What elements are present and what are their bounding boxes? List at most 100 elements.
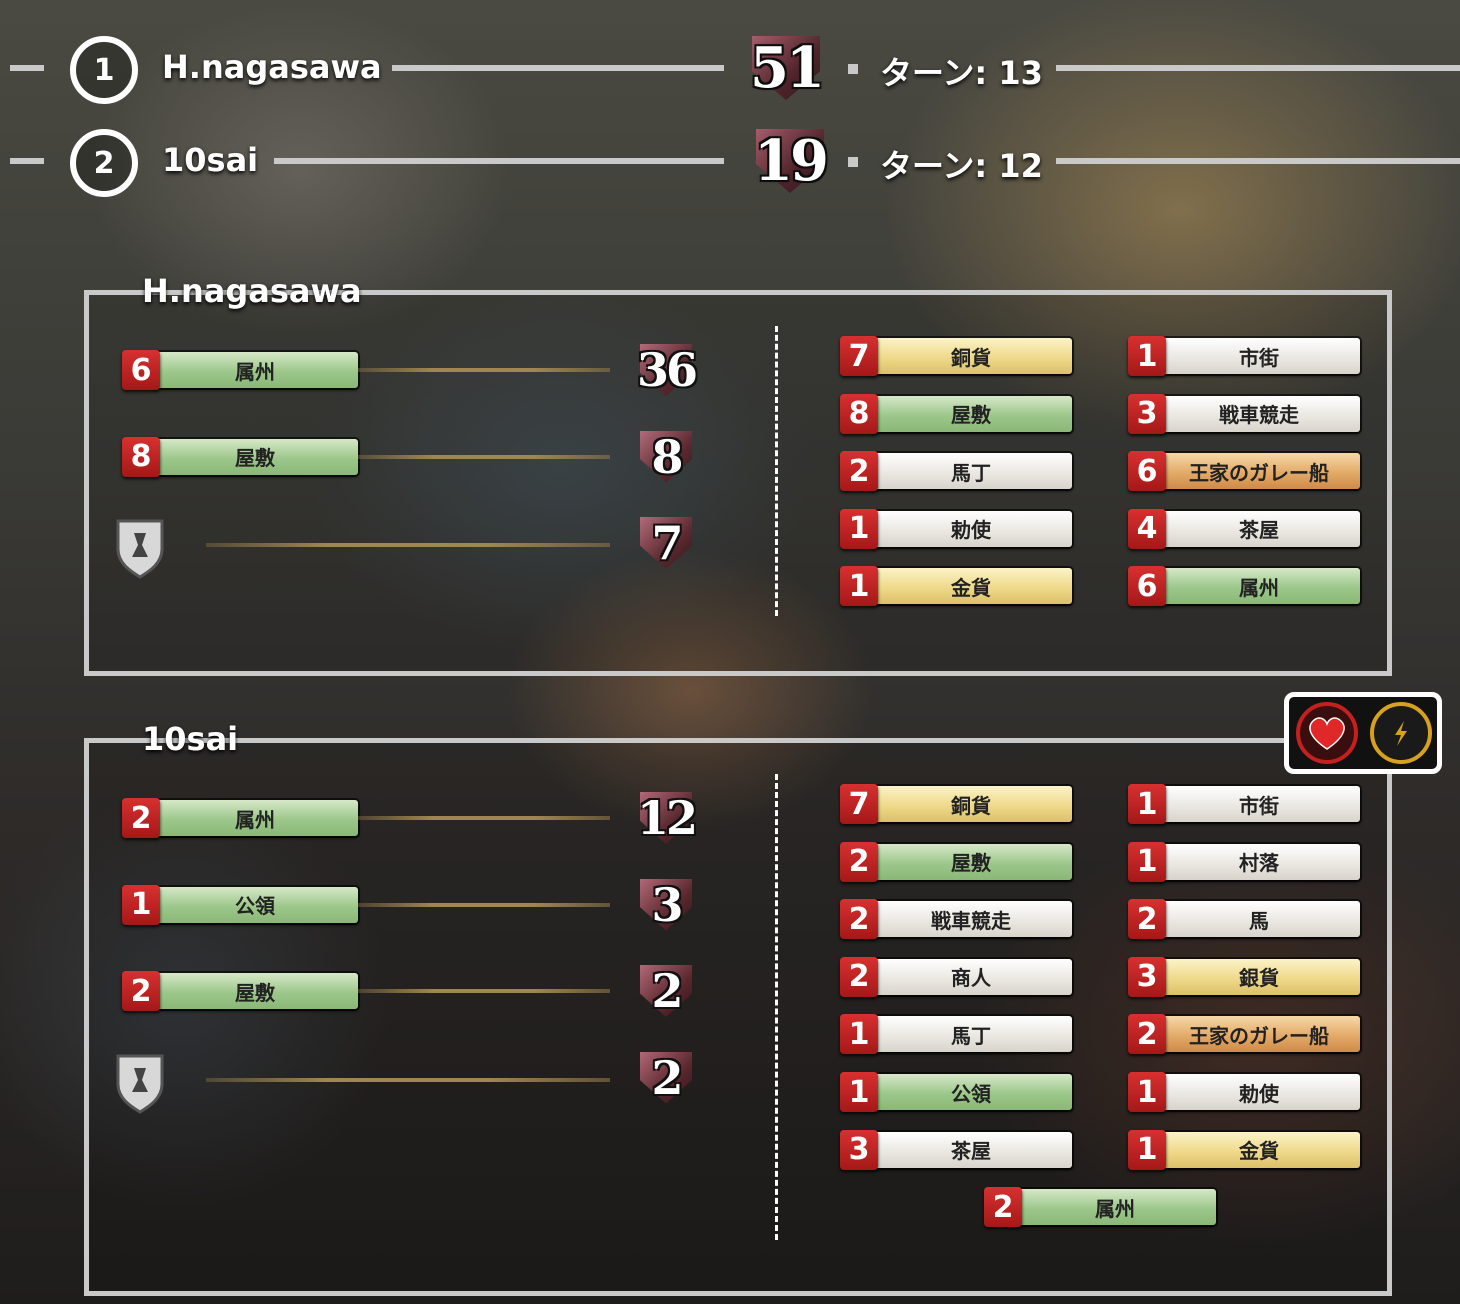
rule-segment (392, 65, 724, 71)
card-name: 銀貨 (1158, 958, 1360, 995)
connector-line (358, 902, 610, 907)
card-entry[interactable]: 1 村落 (1128, 841, 1360, 882)
card-entry[interactable]: 1 公領 (840, 1072, 1072, 1112)
vp-points: 2 (636, 964, 696, 1018)
card-count-badge: 2 (1128, 1014, 1166, 1055)
card-entry[interactable]: 1 市街 (1128, 784, 1360, 824)
card-name: 勅使 (870, 510, 1072, 547)
card-name: 王家のガレー船 (1158, 453, 1360, 490)
card-name: 戦車競走 (870, 901, 1072, 938)
card-name: 馬丁 (870, 1016, 1072, 1053)
card-name: 属州 (1158, 568, 1360, 605)
panel-divider (775, 774, 778, 1240)
heart-icon[interactable] (1296, 702, 1358, 764)
card-entry[interactable]: 2馬 (1128, 899, 1360, 940)
panel-divider (775, 326, 778, 616)
card-entry[interactable]: 6 王家のガレー船 (1128, 451, 1360, 492)
card-entry[interactable]: 1 勅使 (1128, 1072, 1360, 1112)
card-count-badge: 2 (1128, 899, 1166, 940)
card-name: 勅使 (1158, 1074, 1360, 1110)
card-entry[interactable]: 2 戦車競走 (840, 899, 1072, 940)
vp-token-shield-icon (112, 1050, 168, 1114)
card-entry[interactable]: 2 屋敷 (122, 971, 358, 1011)
player-name[interactable]: 10sai (162, 141, 258, 179)
card-name: 銅貨 (870, 338, 1072, 374)
card-count-badge: 7 (840, 784, 878, 824)
card-count-badge: 1 (840, 1014, 878, 1055)
card-entry[interactable]: 6 属州 (122, 350, 358, 390)
card-name: 属州 (1014, 1189, 1216, 1226)
card-name: 公領 (870, 1074, 1072, 1110)
card-entry[interactable]: 3 戦車競走 (1128, 393, 1360, 434)
rule-segment (10, 158, 44, 164)
card-count-badge: 8 (122, 436, 160, 477)
card-name: 屋敷 (870, 843, 1072, 880)
card-entry[interactable]: 7 銅貨 (840, 336, 1072, 376)
card-name: 市街 (1158, 786, 1360, 822)
card-name: 屋敷 (152, 438, 358, 475)
card-entry[interactable]: 6 属州 (1128, 566, 1360, 607)
card-entry[interactable]: 2 属州 (122, 798, 358, 838)
card-entry[interactable]: 2 属州 (984, 1187, 1216, 1228)
card-name: 屋敷 (152, 973, 358, 1009)
lightning-icon[interactable] (1370, 702, 1432, 764)
card-count-badge: 3 (1128, 956, 1166, 997)
rule-segment (1056, 158, 1460, 164)
card-name: 屋敷 (870, 395, 1072, 432)
card-count-badge: 3 (1128, 393, 1166, 434)
player-name[interactable]: H.nagasawa (162, 48, 382, 86)
card-entry[interactable]: 2 馬丁 (840, 451, 1072, 492)
card-entry[interactable]: 8 屋敷 (840, 393, 1072, 434)
card-name: 商人 (870, 958, 1072, 995)
card-entry[interactable]: 8 屋敷 (122, 436, 358, 477)
card-count-badge: 6 (1128, 451, 1166, 492)
card-count-badge: 7 (840, 336, 878, 376)
card-count-badge: 4 (1128, 508, 1166, 549)
card-name: 茶屋 (870, 1131, 1072, 1168)
card-name: 市街 (1158, 338, 1360, 374)
card-entry[interactable]: 1 公領 (122, 884, 358, 925)
card-count-badge: 2 (122, 971, 160, 1011)
card-count-badge: 1 (1128, 841, 1166, 882)
card-entry[interactable]: 2 王家のガレー船 (1128, 1014, 1360, 1055)
card-name: 属州 (152, 352, 358, 388)
vp-points: 8 (636, 430, 696, 484)
card-entry[interactable]: 2 商人 (840, 956, 1072, 997)
card-name: 金貨 (870, 568, 1072, 605)
card-count-badge: 6 (122, 350, 160, 390)
card-entry[interactable]: 1 金貨 (1128, 1129, 1360, 1170)
connector-line (206, 1077, 610, 1082)
card-name: 戦車競走 (1158, 395, 1360, 432)
card-name: 王家のガレー船 (1158, 1016, 1360, 1053)
card-count-badge: 2 (840, 841, 878, 882)
card-name: 公領 (152, 886, 358, 923)
turn-count: ターン: 13 (880, 54, 1043, 92)
card-count-badge: 2 (840, 899, 878, 940)
card-count-badge: 8 (840, 393, 878, 434)
card-entry[interactable]: 1 馬丁 (840, 1014, 1072, 1055)
separator-dot (848, 157, 858, 167)
card-count-badge: 1 (122, 884, 160, 925)
card-entry[interactable]: 3 銀貨 (1128, 956, 1360, 997)
rule-segment (10, 65, 44, 71)
card-entry[interactable]: 1 金貨 (840, 566, 1072, 607)
card-entry[interactable]: 2 屋敷 (840, 841, 1072, 882)
connector-line (358, 989, 610, 993)
rank-badge: 2 (70, 129, 138, 197)
separator-dot (848, 64, 858, 74)
card-name: 銅貨 (870, 786, 1072, 822)
connector-line (358, 454, 610, 459)
vp-token-shield-icon (112, 515, 168, 579)
card-name: 属州 (152, 800, 358, 836)
card-entry[interactable]: 4 茶屋 (1128, 508, 1360, 549)
card-entry[interactable]: 1 市街 (1128, 336, 1360, 376)
card-count-badge: 2 (122, 798, 160, 838)
connector-line (358, 816, 610, 820)
card-entry[interactable]: 7 銅貨 (840, 784, 1072, 824)
rule-segment (274, 158, 724, 164)
card-count-badge: 1 (840, 508, 878, 549)
card-entry[interactable]: 3 茶屋 (840, 1129, 1072, 1170)
total-score: 51 (750, 35, 825, 101)
card-count-badge: 1 (1128, 1129, 1166, 1170)
card-entry[interactable]: 1 勅使 (840, 508, 1072, 549)
